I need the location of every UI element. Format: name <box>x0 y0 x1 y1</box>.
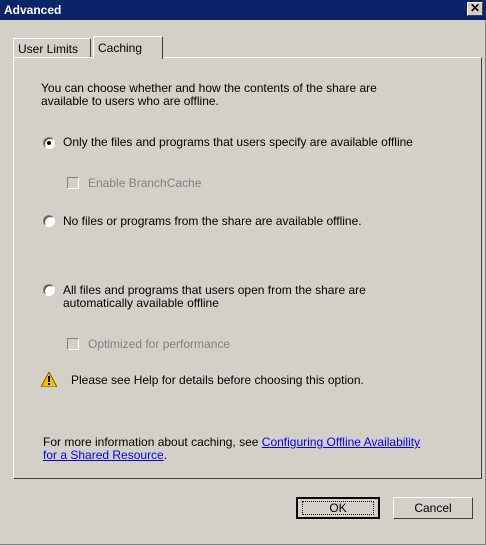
enable-branchcache-checkbox[interactable] <box>67 177 79 189</box>
focus-ring <box>302 501 374 515</box>
info-suffix: . <box>163 448 168 462</box>
optimized-label: Optimized for performance <box>88 337 231 351</box>
warning-icon <box>41 372 57 387</box>
info-prefix: For more information about caching, see <box>43 435 262 449</box>
tab-user-limits[interactable]: User Limits <box>13 38 91 57</box>
close-button[interactable]: ✕ <box>467 2 483 16</box>
dialog-title: Advanced <box>4 3 62 17</box>
cancel-button[interactable]: Cancel <box>393 497 473 519</box>
title-bar: Advanced ✕ <box>0 0 486 20</box>
tab-label: Caching <box>98 41 143 55</box>
advanced-dialog: Advanced ✕ User Limits Caching You can c… <box>0 0 486 545</box>
cancel-label: Cancel <box>414 501 452 515</box>
tab-caching[interactable]: Caching <box>93 36 163 59</box>
radio-user-specified[interactable] <box>43 137 55 149</box>
tab-label: User Limits <box>18 42 79 56</box>
radio-no-files[interactable] <box>43 215 55 227</box>
ok-button[interactable]: OK <box>296 497 380 519</box>
option-user-specified-label[interactable]: Only the files and programs that users s… <box>63 136 413 149</box>
close-icon: ✕ <box>469 1 481 15</box>
warning-text: Please see Help for details before choos… <box>71 373 364 387</box>
info-text: For more information about caching, see … <box>43 436 423 462</box>
optimized-checkbox[interactable] <box>67 338 79 350</box>
radio-all-files[interactable] <box>43 284 55 296</box>
intro-text: You can choose whether and how the conte… <box>41 81 377 108</box>
option-all-files-label[interactable]: All files and programs that users open f… <box>63 284 393 310</box>
enable-branchcache-label: Enable BranchCache <box>88 176 202 190</box>
option-no-files-label[interactable]: No files or programs from the share are … <box>63 215 362 228</box>
caching-panel: You can choose whether and how the conte… <box>13 57 482 479</box>
